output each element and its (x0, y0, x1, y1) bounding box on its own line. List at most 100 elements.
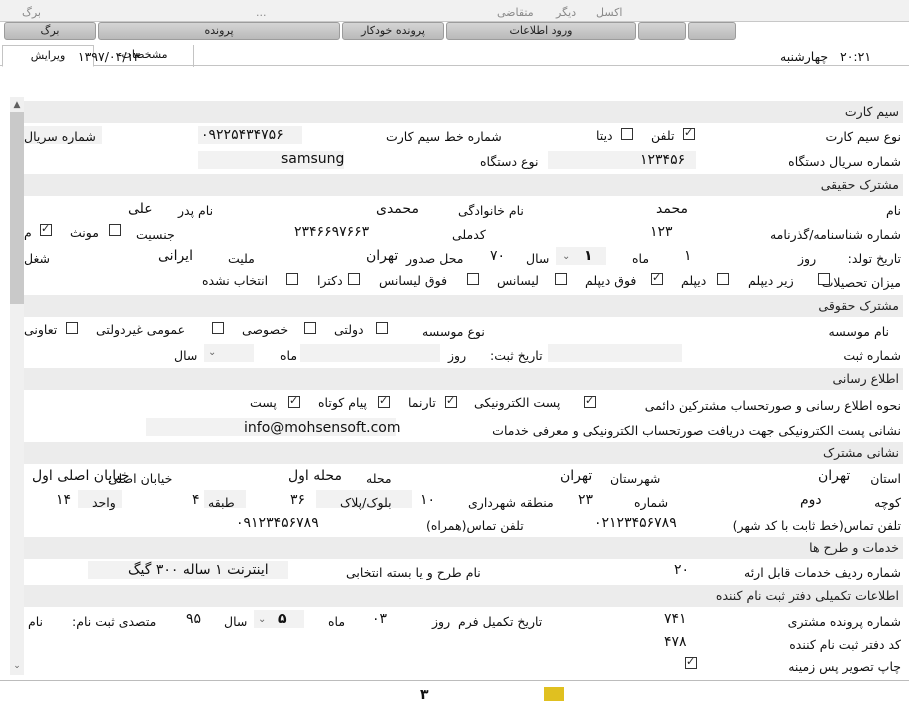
name-value[interactable]: محمد (656, 201, 688, 217)
phone-label: تلفن (651, 128, 675, 143)
scroll-down-icon[interactable]: ⌄ (10, 659, 24, 673)
form-year-value[interactable]: ۹۵ (186, 611, 201, 627)
top-menu-bar: برگ ... متقاضی دیگر اکسل (0, 0, 909, 22)
family-value[interactable]: محمدی (376, 201, 419, 217)
national-label: کدملی (452, 227, 486, 242)
tel-label: تلفن تماس(خط ثابت با کد شهر) (732, 518, 901, 533)
back-button[interactable]: برگ (4, 22, 96, 40)
alley-value[interactable]: دوم (800, 492, 822, 508)
notify-post-checkbox[interactable] (288, 394, 300, 408)
edu-checkbox-3[interactable] (555, 273, 567, 285)
email-value[interactable]: info@mohsensoft.com (244, 420, 401, 436)
family-label: نام خانوادگی (458, 203, 524, 218)
device-serial-value[interactable]: ۱۲۳۴۵۶ (640, 152, 685, 168)
inst-type-option-3: تعاونی (24, 322, 58, 337)
tel-value[interactable]: ۰۲۱۲۳۴۵۶۷۸۹ (594, 515, 677, 531)
birth-year-label: سال (526, 251, 550, 266)
birth-day-value[interactable]: ۱ (684, 248, 692, 264)
line-number-label: شماره خط سیم کارت (386, 129, 502, 144)
inst-type-option-0: دولتی (334, 322, 364, 337)
inst-type-checkbox-2[interactable] (212, 322, 224, 334)
menu-applicant[interactable]: متقاضی (497, 6, 534, 19)
edu-checkbox-5[interactable] (348, 273, 360, 285)
inst-type-checkbox-3[interactable] (66, 322, 78, 334)
data-checkbox[interactable] (621, 128, 633, 140)
office-code-label: کد دفتر ثبت نام کننده (789, 637, 901, 652)
office-code-value[interactable]: ۴۷۸ (664, 634, 687, 650)
zone-value[interactable]: ۱۰ (420, 492, 435, 508)
data-entry-button[interactable]: ورود اطلاعات (446, 22, 636, 40)
inst-type-checkbox-0[interactable] (376, 322, 388, 334)
print-bg-checkbox[interactable] (685, 655, 697, 669)
chevron-down-icon[interactable]: ⌄ (258, 614, 266, 625)
birth-label: تاریخ تولد: (847, 251, 901, 266)
unit-value[interactable]: ۱۴ (56, 492, 71, 508)
device-serial-label: شماره سریال دستگاه (788, 154, 901, 169)
chevron-down-icon[interactable]: ⌄ (208, 347, 216, 358)
notify-email-option: پست الکترونیکی (474, 395, 561, 410)
plaque-value[interactable]: ۳۶ (290, 492, 305, 508)
edu-checkbox-4[interactable] (467, 273, 479, 285)
province-label: استان (870, 471, 901, 486)
floor-value[interactable]: ۴ (192, 492, 200, 508)
birth-year-value[interactable]: ۷۰ (490, 248, 505, 264)
male-label-partial: م (24, 225, 32, 240)
file-button[interactable]: پرونده (98, 22, 340, 40)
menu-excel[interactable]: اکسل (596, 6, 622, 19)
id-value[interactable]: ۱۲۳ (650, 224, 673, 240)
device-type-value[interactable]: samsung (281, 151, 344, 167)
inst-type-checkbox-1[interactable] (304, 322, 316, 334)
name-label: نام (885, 203, 901, 218)
reg-number-field[interactable] (548, 344, 682, 362)
customer-file-value[interactable]: ۷۴۱ (664, 611, 687, 627)
chevron-down-icon[interactable]: ⌄ (562, 251, 570, 262)
print-bg-label: چاپ تصویر پس زمینه (788, 659, 901, 674)
line-number-value[interactable]: ۰۹۲۲۵۴۳۴۷۵۶ (201, 127, 284, 143)
national-value[interactable]: ۲۳۴۶۶۹۷۶۶۳ (294, 224, 369, 240)
section-notification: اطلاع رسانی (24, 368, 903, 390)
data-label: دیتا (596, 128, 613, 143)
number-label: شماره (634, 495, 669, 510)
notify-sms-checkbox[interactable] (378, 394, 390, 408)
form-day-value[interactable]: ۰۳ (372, 611, 387, 627)
birth-month-label: ماه (632, 251, 650, 266)
father-value[interactable]: علی (128, 201, 153, 217)
edu-checkbox-1[interactable] (717, 273, 729, 285)
form-date-label: تاریخ تکمیل فرم (458, 614, 543, 629)
street-value[interactable]: خیابان اصلی اول (32, 468, 129, 484)
edu-option-0: زیر دیپلم (748, 273, 794, 288)
issue-label: محل صدور (406, 251, 464, 266)
blank-button-2[interactable] (688, 22, 736, 40)
notify-email-checkbox[interactable] (584, 394, 596, 408)
scrollbar-thumb[interactable] (10, 112, 24, 304)
scroll-up-icon[interactable]: ▲ (10, 98, 24, 112)
reg-day-field[interactable] (300, 344, 440, 362)
menu-other[interactable]: دیگر (556, 6, 576, 19)
notify-website-checkbox[interactable] (445, 394, 457, 408)
edu-checkbox-0[interactable] (818, 273, 830, 285)
female-checkbox[interactable] (109, 224, 121, 236)
plan-value[interactable]: اینترنت ۱ ساله ۳۰۰ گیگ (128, 562, 269, 578)
nationality-value[interactable]: ایرانی (158, 248, 193, 264)
city-value[interactable]: تهران (560, 468, 592, 484)
phone-checkbox[interactable] (683, 126, 695, 140)
form-year-label: سال (224, 614, 248, 629)
province-value[interactable]: تهران (818, 468, 850, 484)
service-row-value[interactable]: ۲۰ (674, 562, 689, 578)
auto-file-button[interactable]: پرونده خودکار (342, 22, 444, 40)
male-checkbox[interactable] (40, 222, 52, 236)
mobile-value[interactable]: ۰۹۱۲۳۴۵۶۷۸۹ (236, 515, 319, 531)
menu-back[interactable]: برگ (22, 6, 41, 19)
birth-month-value: ۱ (584, 248, 593, 264)
issue-value[interactable]: تهران (366, 248, 398, 264)
mobile-label: تلفن تماس(همراه) (426, 518, 524, 533)
edu-checkbox-6[interactable] (286, 273, 298, 285)
section-sim: سیم کارت (24, 101, 903, 123)
edu-checkbox-2[interactable] (651, 271, 663, 285)
form-day-label: روز (432, 614, 451, 629)
blank-button-1[interactable] (638, 22, 686, 40)
number-value[interactable]: ۲۳ (578, 492, 593, 508)
serial-label: شماره سریال (24, 129, 96, 144)
district-value[interactable]: محله اول (288, 468, 342, 484)
menu-more[interactable]: ... (256, 6, 267, 19)
